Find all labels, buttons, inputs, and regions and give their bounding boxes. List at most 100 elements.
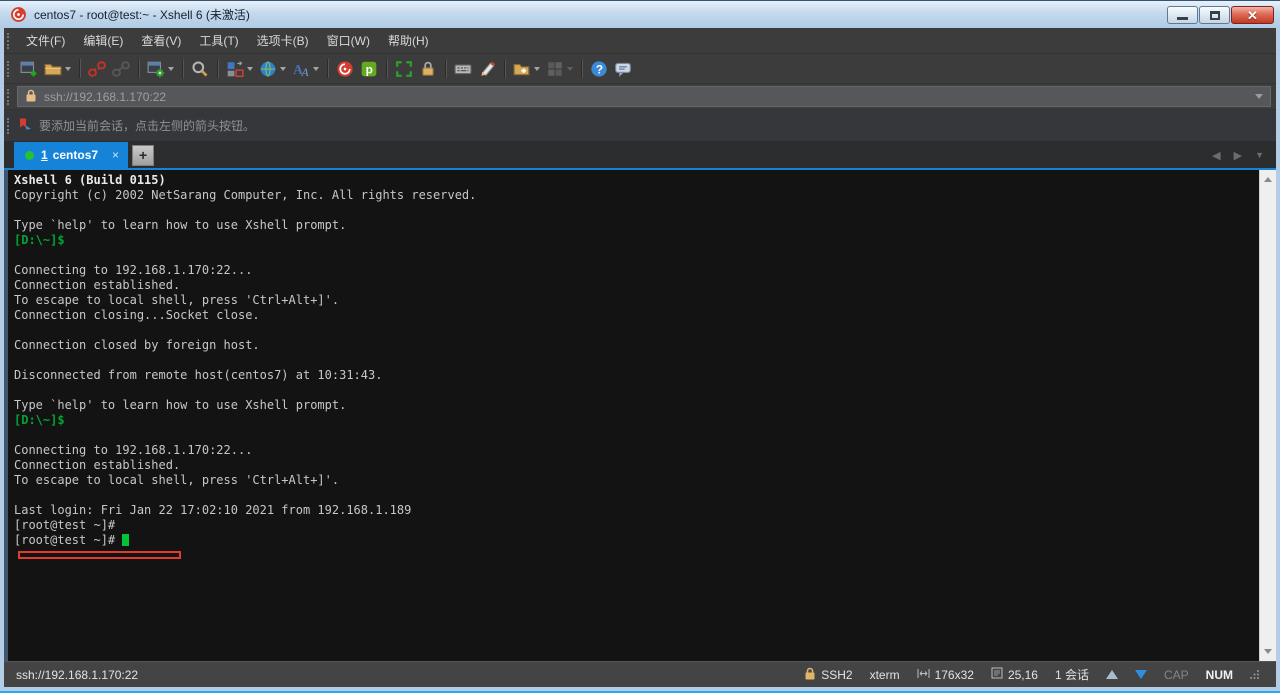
tab-list-caret-icon[interactable]: ▼ — [1255, 150, 1264, 160]
tab-scroll-left-icon[interactable]: ◀ — [1212, 149, 1220, 162]
terminal[interactable]: Xshell 6 (Build 0115)Copyright (c) 2002 … — [4, 170, 1276, 661]
toolbar-separator — [327, 59, 328, 78]
dropdown-caret-icon[interactable] — [313, 67, 319, 71]
dropdown-caret-icon[interactable] — [247, 67, 253, 71]
open-folder-icon[interactable] — [41, 57, 74, 81]
toolbar-separator — [386, 59, 387, 78]
terminal-cursor — [122, 534, 129, 546]
dropdown-caret-icon[interactable] — [65, 67, 71, 71]
toolbar-separator — [581, 59, 582, 78]
menu-item-tools[interactable]: 工具(T) — [190, 28, 247, 53]
address-field[interactable]: ssh://192.168.1.170:22 — [17, 86, 1271, 107]
highlight-pen-icon[interactable] — [475, 57, 499, 81]
toolbar-separator — [182, 59, 183, 78]
menu-item-window[interactable]: 窗口(W) — [318, 28, 379, 53]
window-content: 文件(F)编辑(E)查看(V)工具(T)选项卡(B)窗口(W)帮助(H) AA p… — [4, 28, 1276, 687]
screen-size-icon — [917, 668, 930, 682]
protocol-lock-icon — [804, 667, 816, 683]
status-url: ssh://192.168.1.170:22 — [16, 668, 138, 682]
terminal-line: Connection closed by foreign host. — [14, 338, 1254, 353]
resize-grip-icon[interactable] — [1250, 668, 1260, 682]
xftp-icon[interactable]: p — [357, 57, 381, 81]
compose-pane-icon[interactable] — [223, 57, 256, 81]
terminal-line: [root@test ~]# — [14, 533, 1254, 548]
dropdown-caret-icon[interactable] — [534, 67, 540, 71]
caps-lock-indicator: CAP — [1164, 668, 1189, 682]
menubar: 文件(F)编辑(E)查看(V)工具(T)选项卡(B)窗口(W)帮助(H) — [4, 28, 1276, 54]
terminal-line: Type `help' to learn how to use Xshell p… — [14, 218, 1254, 233]
cursor-position-icon — [991, 667, 1003, 682]
web-globe-icon[interactable] — [256, 57, 289, 81]
status-terminal-type: xterm — [870, 668, 900, 682]
terminal-line: Connection established. — [14, 458, 1254, 473]
lock-screen-icon[interactable] — [416, 57, 440, 81]
num-lock-indicator: NUM — [1206, 668, 1233, 682]
address-url: ssh://192.168.1.170:22 — [44, 90, 166, 104]
info-message: 要添加当前会话，点击左侧的箭头按钮。 — [39, 117, 255, 134]
toolbar-grip[interactable] — [7, 61, 12, 77]
status-screen-size: 176x32 — [917, 668, 974, 682]
maximize-button[interactable] — [1199, 6, 1230, 24]
scrollbar-up-icon[interactable] — [1260, 172, 1276, 187]
terminal-output: Xshell 6 (Build 0115)Copyright (c) 2002 … — [14, 173, 1254, 548]
session-properties-icon[interactable] — [144, 57, 177, 81]
dropdown-caret-icon[interactable] — [280, 67, 286, 71]
terminal-line — [14, 383, 1254, 398]
menu-item-tab[interactable]: 选项卡(B) — [248, 28, 318, 53]
minimize-button[interactable] — [1167, 6, 1198, 24]
new-session-icon[interactable] — [17, 57, 41, 81]
addressbar-grip[interactable] — [7, 89, 12, 105]
scrollbar-down-icon[interactable] — [1260, 644, 1276, 659]
menubar-items: 文件(F)编辑(E)查看(V)工具(T)选项卡(B)窗口(W)帮助(H) — [17, 28, 438, 53]
disconnect-icon[interactable] — [85, 57, 109, 81]
toolbar-items: AA p? — [17, 57, 635, 81]
dropdown-caret-icon[interactable] — [567, 67, 573, 71]
xshell-logo-icon — [10, 6, 27, 23]
terminal-line — [14, 248, 1254, 263]
terminal-line — [14, 203, 1254, 218]
status-protocol: SSH2 — [804, 667, 852, 683]
terminal-line: Xshell 6 (Build 0115) — [14, 173, 1254, 188]
terminal-margin-strip — [4, 170, 8, 661]
close-button[interactable]: ✕ — [1231, 6, 1274, 24]
terminal-line: Last login: Fri Jan 22 17:02:10 2021 fro… — [14, 503, 1254, 518]
infobar-grip[interactable] — [7, 118, 12, 134]
terminal-line: Disconnected from remote host(centos7) a… — [14, 368, 1254, 383]
svg-text:?: ? — [596, 62, 603, 76]
terminal-line: [D:\~]$ — [14, 233, 1254, 248]
terminal-line: Connection established. — [14, 278, 1254, 293]
toolbar-separator — [504, 59, 505, 78]
xshell-icon[interactable] — [333, 57, 357, 81]
feedback-icon[interactable] — [611, 57, 635, 81]
scroll-to-top-icon[interactable] — [1106, 670, 1118, 679]
menu-item-help[interactable]: 帮助(H) — [379, 28, 438, 53]
status-bar: ssh://192.168.1.170:22 SSH2 xterm 176x32 — [4, 661, 1276, 687]
tile-windows-icon — [543, 57, 576, 81]
menu-item-view[interactable]: 查看(V) — [132, 28, 190, 53]
terminal-line: Connecting to 192.168.1.170:22... — [14, 263, 1254, 278]
fullscreen-icon[interactable] — [392, 57, 416, 81]
virtual-keyboard-icon[interactable] — [451, 57, 475, 81]
tab-centos7[interactable]: 1 centos7 × — [14, 142, 128, 168]
dropdown-caret-icon[interactable] — [168, 67, 174, 71]
address-dropdown-caret-icon[interactable] — [1255, 94, 1263, 99]
menubar-grip[interactable] — [7, 33, 12, 49]
tab-close-icon[interactable]: × — [112, 148, 119, 162]
terminal-scrollbar[interactable] — [1259, 170, 1276, 661]
address-bar: ssh://192.168.1.170:22 — [4, 84, 1276, 110]
menu-item-file[interactable]: 文件(F) — [17, 28, 74, 53]
svg-text:p: p — [366, 62, 373, 76]
tab-status-dot-icon — [25, 151, 34, 160]
font-icon[interactable]: AA — [289, 57, 322, 81]
help-icon[interactable]: ? — [587, 57, 611, 81]
new-folder-icon[interactable] — [510, 57, 543, 81]
menu-item-edit[interactable]: 编辑(E) — [74, 28, 132, 53]
find-icon[interactable] — [188, 57, 212, 81]
scroll-to-bottom-icon[interactable] — [1135, 670, 1147, 679]
tab-number: 1 — [41, 148, 48, 162]
new-tab-button[interactable]: + — [132, 145, 154, 166]
tab-title: centos7 — [53, 148, 98, 162]
add-session-flag-icon[interactable] — [17, 117, 32, 135]
tab-scroll-right-icon[interactable]: ▶ — [1234, 149, 1242, 162]
tab-bar: 1 centos7 × + ◀ ▶ ▼ — [4, 142, 1276, 170]
